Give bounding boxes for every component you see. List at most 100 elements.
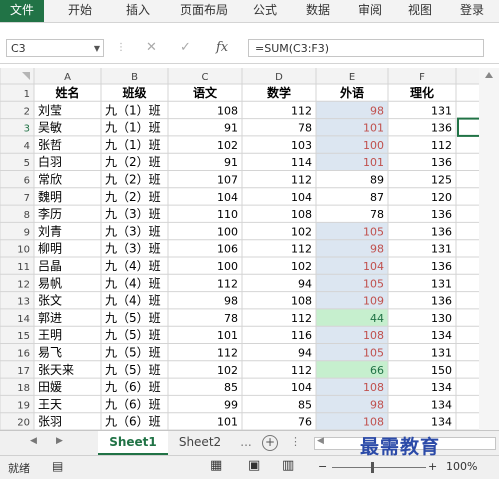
table-cell: 78 <box>224 312 238 325</box>
zoom-slider-thumb[interactable] <box>371 462 374 473</box>
table-cell: 134 <box>431 381 452 394</box>
add-sheet-icon[interactable]: + <box>262 435 278 451</box>
table-cell: 张天来 <box>38 363 74 377</box>
table-cell: 112 <box>291 174 312 187</box>
insert-function-icon[interactable]: fx <box>216 39 228 57</box>
table-cell: 106 <box>217 243 238 256</box>
name-box[interactable]: C3 ▼ <box>6 39 104 57</box>
normal-view-icon[interactable]: ▦ <box>210 458 222 473</box>
table-cell: 张文 <box>38 293 62 308</box>
enter-icon[interactable]: ✓ <box>180 39 191 57</box>
table-cell: 112 <box>291 364 312 377</box>
column-header: B <box>131 72 138 83</box>
tab-file[interactable]: 文件 <box>0 0 44 22</box>
row-number: 11 <box>17 262 30 273</box>
tab-view[interactable]: 视图 <box>400 0 440 22</box>
table-cell: 107 <box>217 174 238 187</box>
table-cell: 94 <box>298 277 312 290</box>
page-break-view-icon[interactable]: ▥ <box>282 458 294 473</box>
row-number: 8 <box>24 210 30 221</box>
zoom-slider[interactable] <box>332 467 426 468</box>
table-cell: 张羽 <box>38 415 62 429</box>
page-layout-view-icon[interactable]: ▣ <box>248 458 260 473</box>
table-cell: 85 <box>224 381 238 394</box>
sign-in-link[interactable]: 登录 <box>452 0 492 22</box>
table-cell: 王明 <box>38 328 62 342</box>
table-cell: 136 <box>431 225 452 238</box>
table-cell: 98 <box>224 295 238 308</box>
table-cell: 九（5）班 <box>105 363 161 377</box>
table-cell: 98 <box>370 398 384 411</box>
column-header: F <box>419 72 425 83</box>
macro-record-icon[interactable]: ▤ <box>52 459 63 473</box>
table-cell: 114 <box>291 156 312 169</box>
table-cell: 100 <box>217 225 238 238</box>
zoom-in-icon[interactable]: + <box>428 460 437 473</box>
table-cell: 131 <box>431 277 452 290</box>
table-cell: 131 <box>431 104 452 117</box>
table-cell: 136 <box>431 260 452 273</box>
spreadsheet-grid[interactable]: A B C D E F1234567891011121314151617181920姓名班… <box>0 68 499 430</box>
table-cell: 九（4）班 <box>105 294 161 308</box>
table-cell: 九（4）班 <box>105 259 161 273</box>
ready-status: 就绪 <box>8 462 30 475</box>
vertical-scrollbar <box>479 68 499 430</box>
header-cell: 班级 <box>122 85 146 100</box>
zoom-out-icon[interactable]: − <box>318 460 327 473</box>
tab-data[interactable]: 数据 <box>298 0 338 22</box>
cancel-icon[interactable]: ✕ <box>146 39 157 57</box>
row-number: 4 <box>24 141 30 152</box>
table-cell: 104 <box>217 191 238 204</box>
table-cell: 九（1）班 <box>105 138 161 152</box>
column-header: E <box>349 72 355 83</box>
row-number: 10 <box>17 245 30 256</box>
more-sheets-button[interactable]: ... <box>234 431 258 453</box>
scroll-right-icon[interactable]: ▶ <box>56 436 63 446</box>
table-cell: 78 <box>370 208 384 221</box>
formula-input[interactable]: =SUM(C3:F3) <box>248 39 484 57</box>
table-cell: 110 <box>217 208 238 221</box>
table-cell: 100 <box>217 260 238 273</box>
scroll-left-icon[interactable]: ◀ <box>30 436 37 446</box>
column-header: A <box>64 72 71 83</box>
table-cell: 100 <box>363 139 384 152</box>
ribbon-collapsed-strip <box>0 23 499 33</box>
table-cell: 九（2）班 <box>105 155 161 169</box>
row-number: 1 <box>24 89 30 100</box>
sheet-tab-sheet2[interactable]: Sheet2 <box>170 431 230 453</box>
tab-review[interactable]: 审阅 <box>350 0 390 22</box>
row-number: 16 <box>17 349 30 360</box>
table-cell: 101 <box>217 416 238 429</box>
tab-home[interactable]: 开始 <box>60 0 100 22</box>
sheet-tab-sheet1[interactable]: Sheet1 <box>98 431 168 455</box>
table-cell: 魏明 <box>38 189 62 204</box>
row-number: 12 <box>17 279 30 290</box>
table-cell: 105 <box>363 277 384 290</box>
row-number: 14 <box>17 314 30 325</box>
separator-dots-icon: ⋮ <box>116 42 126 53</box>
tab-formulas[interactable]: 公式 <box>245 0 285 22</box>
table-cell: 89 <box>370 174 384 187</box>
table-cell: 109 <box>363 295 384 308</box>
tab-page-layout[interactable]: 页面布局 <box>175 0 233 22</box>
table-cell: 112 <box>217 347 238 360</box>
table-cell: 108 <box>363 329 384 342</box>
table-cell: 116 <box>291 329 312 342</box>
row-number: 6 <box>24 176 30 187</box>
table-cell: 九（2）班 <box>105 190 161 204</box>
tab-insert[interactable]: 插入 <box>118 0 158 22</box>
column-header: C <box>202 72 209 83</box>
table-cell: 102 <box>217 364 238 377</box>
table-cell: 九（6）班 <box>105 397 161 411</box>
table-cell: 九（4）班 <box>105 276 161 290</box>
row-number: 2 <box>24 106 30 117</box>
chevron-down-icon[interactable]: ▼ <box>94 40 100 58</box>
table-cell: 130 <box>431 312 452 325</box>
table-cell: 136 <box>431 295 452 308</box>
column-header: D <box>275 72 283 83</box>
table-cell: 田媛 <box>38 380 62 394</box>
zoom-level[interactable]: 100% <box>446 460 477 473</box>
scroll-left-icon[interactable]: ◀ <box>317 436 324 446</box>
table-cell: 柳明 <box>38 242 62 256</box>
header-cell: 理化 <box>410 85 434 100</box>
